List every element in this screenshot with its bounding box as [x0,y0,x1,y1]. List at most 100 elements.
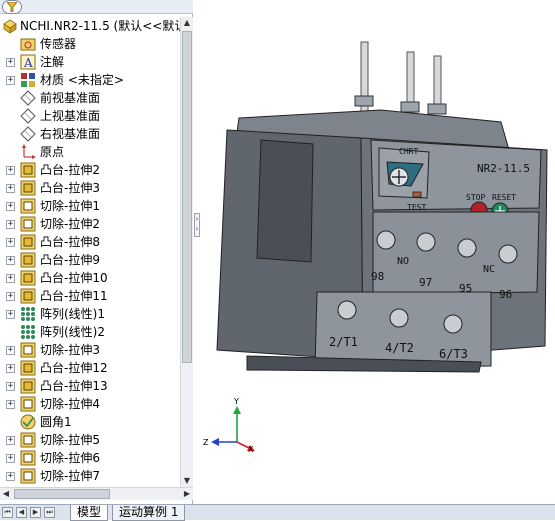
tree-item[interactable]: + 凸台-拉伸8 [0,233,180,251]
tree-item[interactable]: 圆角1 [0,413,180,431]
filter-funnel-icon[interactable] [2,0,22,14]
last-tab-icon[interactable]: ⏭ [44,507,55,518]
expand-toggle-icon[interactable]: + [6,382,15,391]
tree-item-label: 传感器 [40,37,77,51]
tree-item-label: 原点 [40,145,65,159]
terminal-6t3-label: 6/T3 [439,347,468,361]
no-label: NO [397,256,409,267]
expand-toggle-icon[interactable]: + [6,454,15,463]
tree-item[interactable]: + 切除-拉伸4 [0,395,180,413]
tree-item[interactable]: + 切除-拉伸1 [0,197,180,215]
scroll-left-arrow-icon[interactable]: ◀ [0,488,12,500]
tree-item[interactable]: 传感器 [0,35,180,53]
tree-item[interactable]: 原点 [0,143,180,161]
linear-pattern-icon [20,324,36,340]
annotation-icon: A [20,54,36,70]
expand-toggle-icon[interactable]: + [6,76,15,85]
boss-extrude-icon [20,234,36,250]
tree-item[interactable]: + 凸台-拉伸2 [0,161,180,179]
tree-item-label: 材质 <未指定> [40,73,124,87]
tree-horizontal-scrollbar[interactable]: ◀ ▶ [0,487,193,500]
tree-item[interactable]: 上视基准面 [0,107,180,125]
tree-item-label: 上视基准面 [40,109,101,123]
sensor-folder-icon [20,36,36,52]
expand-toggle-icon[interactable]: + [6,166,15,175]
expand-toggle-icon[interactable]: + [6,472,15,481]
expand-toggle-icon[interactable]: + [6,436,15,445]
thermal-relay-model[interactable]: CHRT TEST NR2-11.5 STOP RESET NO NC 98 9… [201,0,555,504]
expand-toggle-icon[interactable]: + [6,292,15,301]
collapse-panel-arrows-icon[interactable]: › › [194,213,200,237]
tree-item-label: 切除-拉伸1 [40,199,100,213]
tree-item[interactable]: + 切除-拉伸6 [0,449,180,467]
tree-item-label: 凸台-拉伸13 [40,379,108,393]
expand-toggle-icon[interactable]: + [6,220,15,229]
next-tab-icon[interactable]: ▶ [30,507,41,518]
tab-motion-study[interactable]: 运动算例 1 [112,505,186,521]
cut-extrude-icon [20,396,36,412]
tab-model[interactable]: 模型 [70,505,109,521]
tree-item[interactable]: + 凸台-拉伸10 [0,269,180,287]
plane-icon [20,108,36,124]
expand-toggle-icon[interactable]: + [6,346,15,355]
tree-item-label: 凸台-拉伸12 [40,361,108,375]
tree-item-label: 切除-拉伸5 [40,433,100,447]
expand-toggle-icon[interactable]: + [6,256,15,265]
expand-toggle-icon[interactable]: + [6,364,15,373]
tree-item-label: 切除-拉伸2 [40,217,100,231]
tree-item[interactable]: + 凸台-拉伸11 [0,287,180,305]
tree-vertical-scrollbar[interactable]: ▲ ▼ [180,17,193,487]
plane-icon [20,126,36,142]
scroll-right-arrow-icon[interactable]: ▶ [181,488,193,500]
terminal-95-label: 95 [459,282,472,295]
scroll-up-arrow-icon[interactable]: ▲ [181,17,193,29]
tree-item-label: 前视基准面 [40,91,101,105]
part-icon [2,18,18,34]
expand-toggle-icon[interactable]: + [6,238,15,247]
nc-label: NC [483,264,495,275]
boss-extrude-icon [20,378,36,394]
tree-item-label: 切除-拉伸3 [40,343,100,357]
tree-item[interactable]: + 材质 <未指定> [0,71,180,89]
tree-item[interactable]: + A 注解 [0,53,180,71]
tree-item-label: 阵列(线性)1 [40,307,105,321]
tree-item[interactable]: + 切除-拉伸7 [0,467,180,485]
tree-item-label: 右视基准面 [40,127,101,141]
tree-item[interactable]: 阵列(线性)2 [0,323,180,341]
terminal-pins [354,41,447,115]
tree-item[interactable]: + 切除-拉伸5 [0,431,180,449]
tree-item[interactable]: 右视基准面 [0,125,180,143]
tree-root-label: NCHI.NR2-11.5 (默认<<默认 [20,19,187,33]
tree-item[interactable]: 前视基准面 [0,89,180,107]
boss-extrude-icon [20,288,36,304]
tree-item-label: 切除-拉伸4 [40,397,100,411]
tree-item[interactable]: + 阵列(线性)1 [0,305,180,323]
orientation-triad: Y Z X [203,397,255,454]
filter-bar [0,0,193,14]
tree-item[interactable]: + 切除-拉伸2 [0,215,180,233]
cut-extrude-icon [20,342,36,358]
expand-toggle-icon[interactable]: + [6,202,15,211]
tree-item[interactable]: + 凸台-拉伸3 [0,179,180,197]
tree-item[interactable]: + 凸台-拉伸9 [0,251,180,269]
panel-splitter[interactable]: › › [193,0,201,504]
tree-item-label: 圆角1 [40,415,72,429]
expand-toggle-icon[interactable]: + [6,274,15,283]
axis-z-label: Z [203,438,209,447]
tree-item[interactable]: + 切除-拉伸3 [0,341,180,359]
tree-item[interactable]: + 凸台-拉伸12 [0,359,180,377]
scroll-thumb[interactable] [182,31,192,363]
expand-toggle-icon[interactable]: + [6,400,15,409]
first-tab-icon[interactable]: ⏮ [2,507,13,518]
scroll-thumb-horizontal[interactable] [14,489,110,499]
graphics-viewport[interactable]: CHRT TEST NR2-11.5 STOP RESET NO NC 98 9… [201,0,555,504]
tree-item[interactable]: + 凸台-拉伸13 [0,377,180,395]
cut-extrude-icon [20,468,36,484]
scroll-down-arrow-icon[interactable]: ▼ [181,475,193,487]
expand-toggle-icon[interactable]: + [6,58,15,67]
origin-icon [20,144,36,160]
expand-toggle-icon[interactable]: + [6,310,15,319]
prev-tab-icon[interactable]: ◀ [16,507,27,518]
expand-toggle-icon[interactable]: + [6,184,15,193]
tree-root-item[interactable]: NCHI.NR2-11.5 (默认<<默认 [0,17,186,35]
